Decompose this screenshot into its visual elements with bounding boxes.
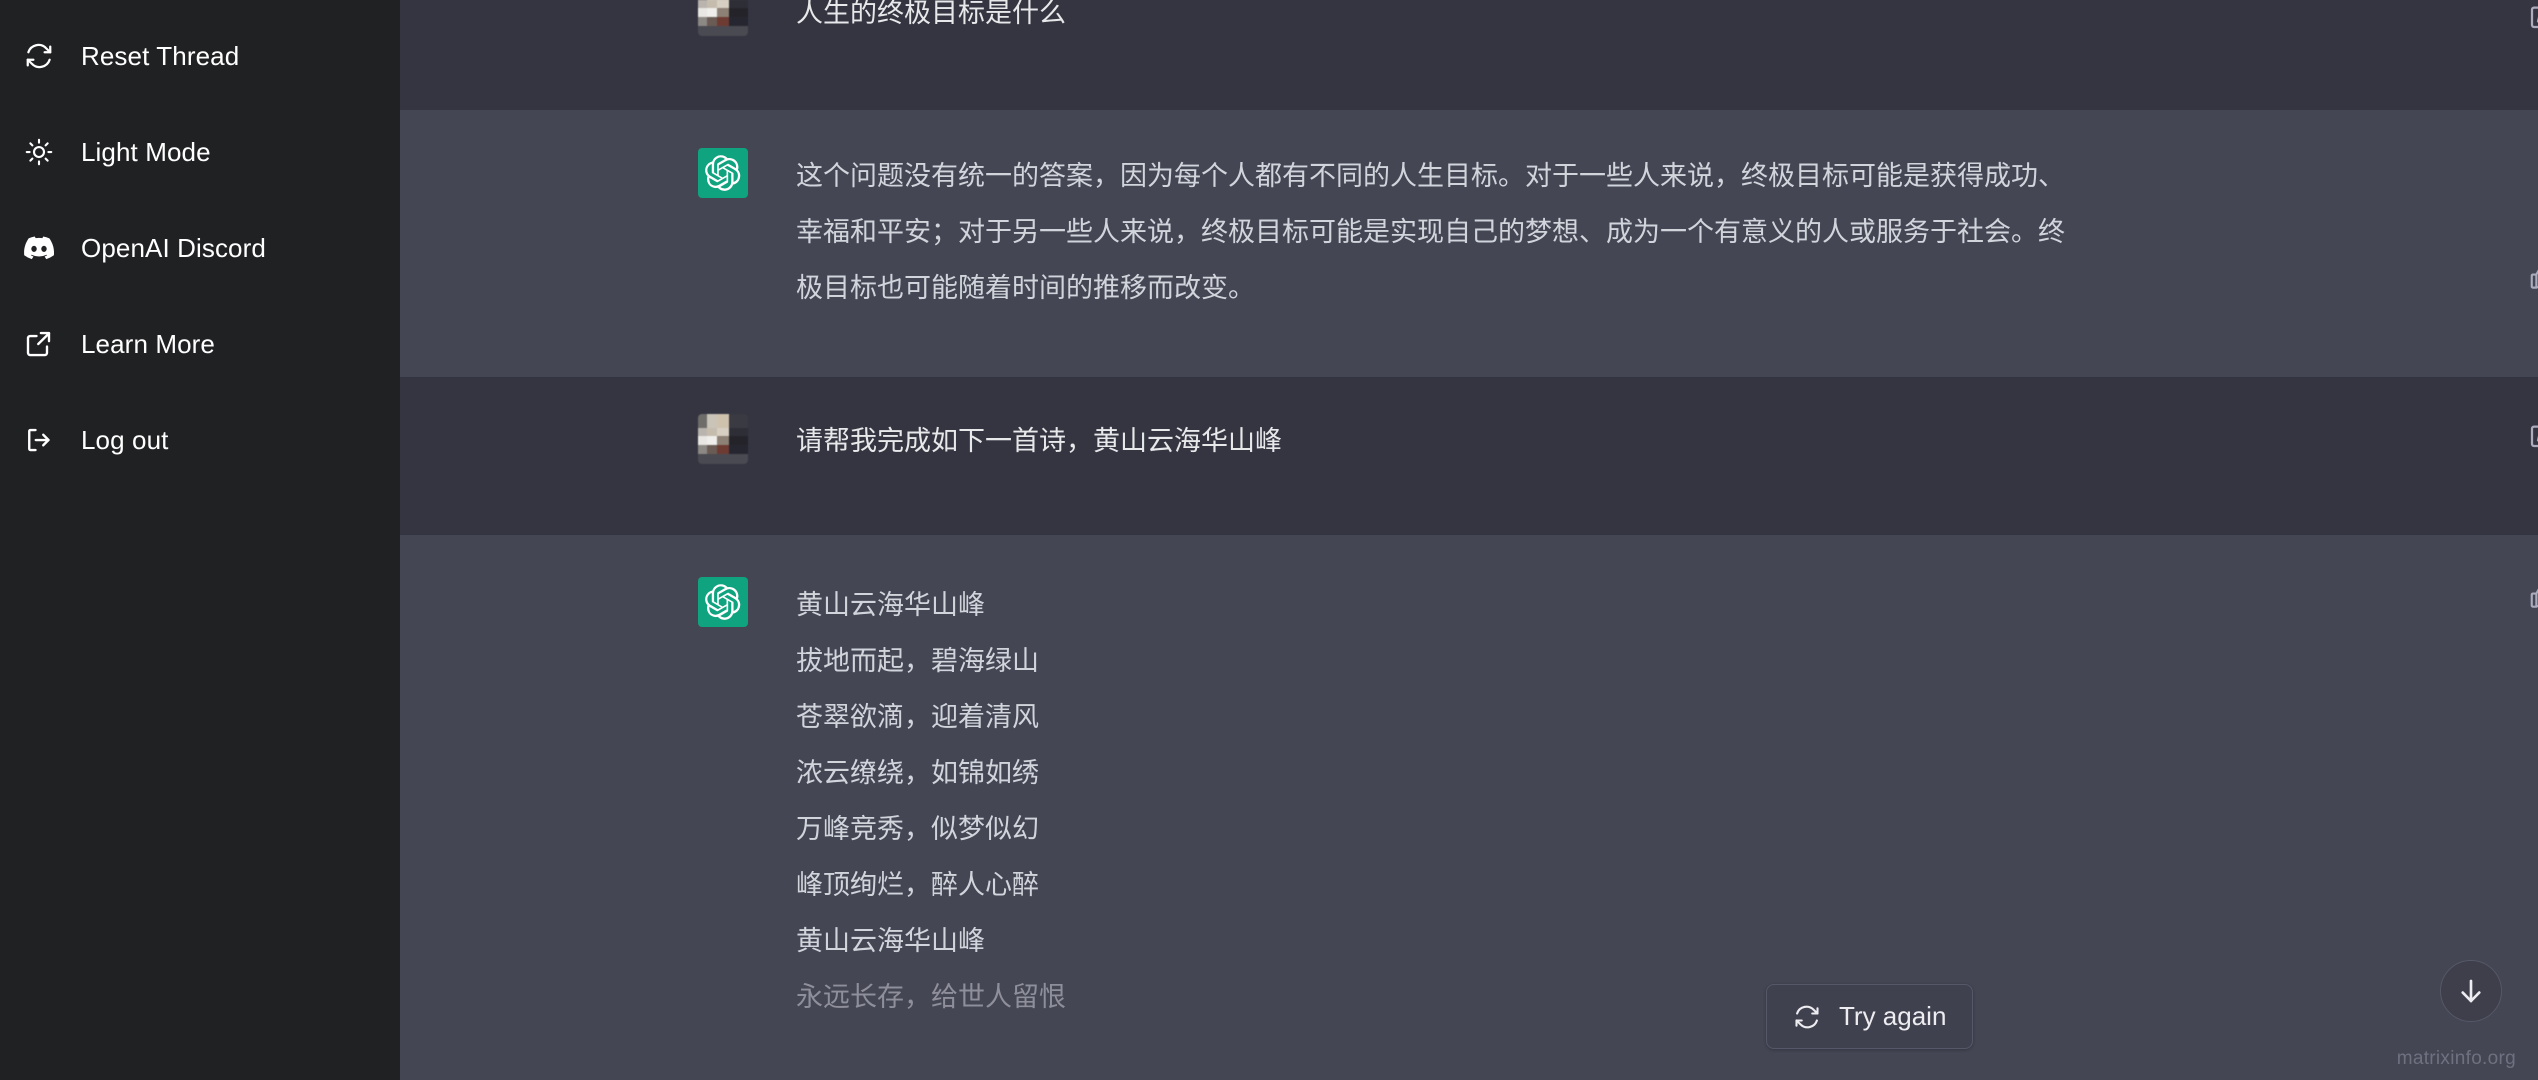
- sidebar-item-learn-more[interactable]: Learn More: [0, 296, 400, 392]
- avatar: [698, 577, 748, 627]
- poem-line: 拔地而起，碧海绿山: [796, 646, 1039, 676]
- message-row-assistant: 黄山云海华山峰 拔地而起，碧海绿山 苍翠欲滴，迎着清风 浓云缭绕，如锦如绣 万峰…: [400, 535, 2538, 1080]
- sun-icon: [22, 135, 56, 169]
- message-text-poem: 黄山云海华山峰 拔地而起，碧海绿山 苍翠欲滴，迎着清风 浓云缭绕，如锦如绣 万峰…: [796, 577, 2070, 1044]
- sidebar-item-label: Learn More: [81, 329, 215, 359]
- thumbs-up-icon[interactable]: [2525, 260, 2538, 294]
- message-row-user: 人生的终极目标是什么: [400, 0, 2538, 110]
- sidebar-item-label: Log out: [81, 425, 169, 455]
- sidebar-item-log-out[interactable]: Log out: [0, 392, 400, 488]
- poem-line: 黄山云海华山峰: [796, 590, 985, 620]
- poem-line: 浓云缭绕，如锦如绣: [796, 758, 1039, 788]
- try-again-label: Try again: [1839, 1001, 1947, 1031]
- arrow-down-icon: [2455, 975, 2487, 1007]
- message-text: 请帮我完成如下一首诗，黄山云海华山峰: [796, 426, 1282, 456]
- message-row-assistant: 这个问题没有统一的答案，因为每个人都有不同的人生目标。对于一些人来说，终极目标可…: [400, 110, 2538, 377]
- sidebar: Reset Thread Light Mode OpenAI Discord L…: [0, 0, 400, 1080]
- sidebar-item-light-mode[interactable]: Light Mode: [0, 104, 400, 200]
- watermark: matrixinfo.org: [2396, 1048, 2516, 1069]
- openai-logo-icon: [705, 584, 741, 620]
- app-root: Reset Thread Light Mode OpenAI Discord L…: [0, 0, 2538, 1080]
- poem-line: 苍翠欲滴，迎着清风: [796, 702, 1039, 732]
- try-again-container: Try again: [1766, 984, 1974, 1049]
- message-text: 人生的终极目标是什么: [796, 0, 1066, 28]
- sidebar-item-label: Light Mode: [81, 137, 211, 167]
- message-text: 这个问题没有统一的答案，因为每个人都有不同的人生目标。对于一些人来说，终极目标可…: [796, 161, 2065, 303]
- thumbs-up-icon[interactable]: [2525, 579, 2538, 613]
- message-actions: [2525, 579, 2538, 613]
- refresh-icon: [1793, 1003, 1821, 1031]
- edit-icon[interactable]: [2525, 419, 2538, 453]
- try-again-button[interactable]: Try again: [1766, 984, 1974, 1049]
- scroll-to-bottom-button[interactable]: [2440, 960, 2502, 1022]
- discord-icon: [22, 231, 56, 265]
- sidebar-item-reset-thread[interactable]: Reset Thread: [0, 8, 400, 104]
- message-actions: [2525, 260, 2538, 294]
- sidebar-item-label: Reset Thread: [81, 41, 240, 71]
- edit-icon[interactable]: [2525, 0, 2538, 34]
- avatar: [698, 414, 748, 464]
- message-actions: [2525, 0, 2538, 34]
- message-actions: [2525, 419, 2538, 453]
- poem-line: 黄山云海华山峰: [796, 926, 985, 956]
- avatar: [698, 0, 748, 36]
- poem-line: 万峰竞秀，似梦似幻: [796, 814, 1039, 844]
- message-row-user: 请帮我完成如下一首诗，黄山云海华山峰: [400, 377, 2538, 535]
- external-link-icon: [22, 327, 56, 361]
- poem-line: 峰顶绚烂，醉人心醉: [796, 870, 1039, 900]
- openai-logo-icon: [705, 155, 741, 191]
- logout-icon: [22, 423, 56, 457]
- chat-thread: 人生的终极目标是什么 这个问题没有统一的答案，因为每个人都有不同的人生目标。对于…: [400, 0, 2538, 1080]
- avatar: [698, 148, 748, 198]
- sidebar-item-openai-discord[interactable]: OpenAI Discord: [0, 200, 400, 296]
- reset-thread-icon: [22, 39, 56, 73]
- sidebar-item-label: OpenAI Discord: [81, 233, 266, 263]
